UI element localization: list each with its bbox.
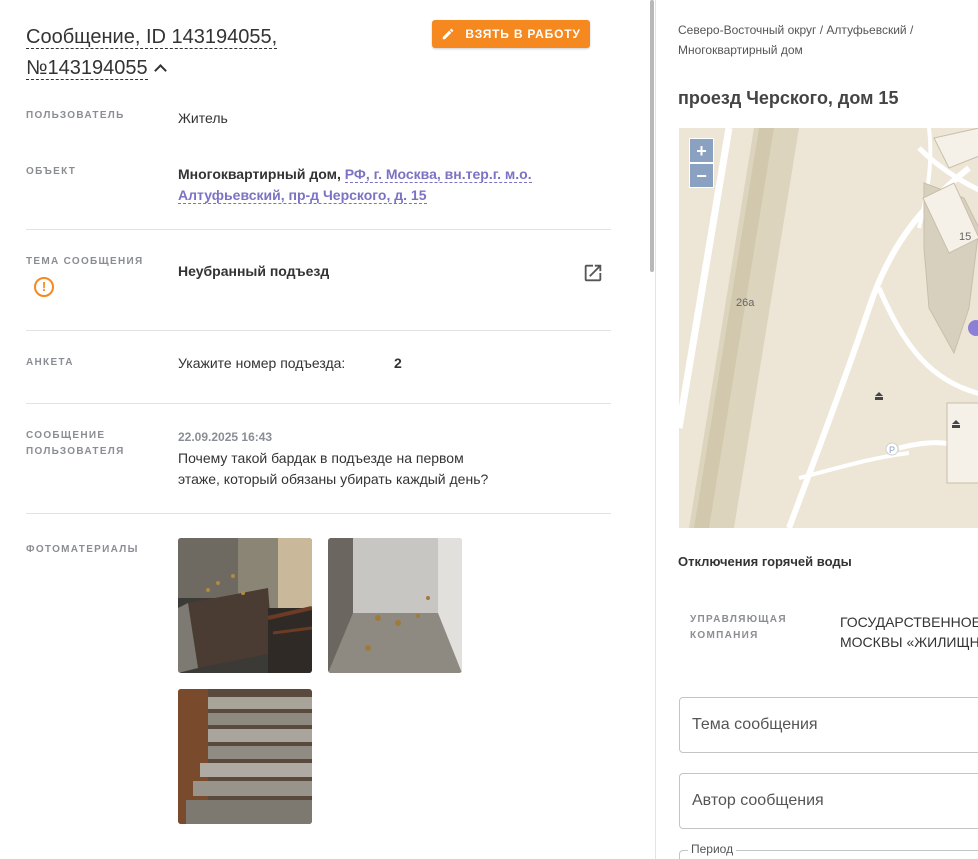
take-to-work-button[interactable]: ВЗЯТЬ В РАБОТУ: [432, 20, 590, 48]
map-zoom-controls: + −: [689, 138, 714, 190]
breadcrumb-line2[interactable]: Многоквартирный дом: [678, 43, 803, 57]
form-question: Укажите номер подъезда:: [178, 355, 346, 371]
map[interactable]: 15 26а P + −: [679, 128, 978, 528]
location-panel: Северо-Восточный округ / Алтуфьевский / …: [656, 0, 978, 859]
form-label: АНКЕТА: [26, 357, 74, 368]
hot-water-outages-title: Отключения горячей воды: [678, 554, 852, 569]
breadcrumb-line1[interactable]: Северо-Восточный округ / Алтуфьевский /: [678, 23, 913, 37]
message-title-line2[interactable]: №143194055: [26, 57, 148, 80]
author-input[interactable]: Автор сообщения: [679, 773, 978, 829]
divider: [26, 403, 611, 404]
map-canvas: 15 26а P: [679, 128, 978, 528]
message-title: Сообщение, ID 143194055, №143194055: [26, 22, 406, 84]
management-company-value-line2: МОСКВЫ «ЖИЛИЩНИ: [840, 634, 978, 650]
warning-icon: !: [34, 277, 54, 297]
form-answer: 2: [394, 355, 402, 371]
take-to-work-label: ВЗЯТЬ В РАБОТУ: [465, 27, 581, 41]
management-company-label-line1: УПРАВЛЯЮЩАЯ: [690, 614, 787, 625]
zoom-in-button[interactable]: +: [689, 138, 714, 163]
external-link-icon[interactable]: [582, 262, 604, 284]
map-label-building-26a: 26а: [736, 297, 755, 309]
object-address-link-line1[interactable]: РФ, г. Москва, вн.тер.г. м.о.: [344, 166, 532, 183]
map-parking-icon: P: [889, 445, 895, 455]
topic-label: ТЕМА СООБЩЕНИЯ: [26, 256, 144, 267]
message-title-line1[interactable]: Сообщение, ID 143194055,: [26, 26, 278, 49]
author-input-placeholder: Автор сообщения: [692, 792, 824, 809]
object-address-link-line2[interactable]: Алтуфьевский, пр-д Черского, д. 15: [178, 187, 427, 204]
management-company-label-line2: КОМПАНИЯ: [690, 630, 759, 641]
user-message-line1: Почему такой бардак в подъезде на первом: [178, 450, 464, 466]
address-title: проезд Черского, дом 15: [678, 88, 899, 108]
topic-value: Неубранный подъезд: [178, 263, 330, 279]
photo-thumbnail-3[interactable]: [178, 689, 312, 824]
topic-input-placeholder: Тема сообщения: [692, 716, 818, 733]
user-message-label-line2: ПОЛЬЗОВАТЕЛЯ: [26, 446, 125, 457]
management-company-label: УПРАВЛЯЮЩАЯ КОМПАНИЯ: [690, 612, 800, 644]
zoom-out-button[interactable]: −: [689, 163, 714, 188]
divider: [26, 513, 611, 514]
object-value: Многоквартирный дом, РФ, г. Москва, вн.т…: [178, 164, 598, 206]
management-company-value-line1: ГОСУДАРСТВЕННОЕ Б: [840, 614, 978, 630]
management-company-value: ГОСУДАРСТВЕННОЕ Б МОСКВЫ «ЖИЛИЩНИ: [840, 612, 978, 652]
user-message-label: СООБЩЕНИЕ ПОЛЬЗОВАТЕЛЯ: [26, 428, 125, 460]
map-label-building-15: 15: [959, 231, 971, 243]
user-message-label-line1: СООБЩЕНИЕ: [26, 430, 106, 441]
user-message-text: Почему такой бардак в подъезде на первом…: [178, 448, 488, 490]
photos-label: ФОТОМАТЕРИАЛЫ: [26, 544, 139, 555]
divider: [26, 330, 611, 331]
user-message-date: 22.09.2025 16:43: [178, 430, 273, 444]
object-type: Многоквартирный дом,: [178, 166, 341, 182]
chevron-up-icon[interactable]: [153, 64, 167, 77]
photo-thumbnail-1[interactable]: [178, 538, 312, 673]
breadcrumb: Северо-Восточный округ / Алтуфьевский / …: [678, 20, 968, 60]
topic-input[interactable]: Тема сообщения: [679, 697, 978, 753]
photo-thumbnail-2[interactable]: [328, 538, 462, 673]
period-label: Период: [688, 842, 737, 856]
object-label: ОБЪЕКТ: [26, 166, 77, 177]
message-panel: Сообщение, ID 143194055, №143194055 ВЗЯТ…: [0, 0, 650, 859]
pencil-icon: [443, 28, 454, 40]
user-message-line2: этаже, который обязаны убирать каждый де…: [178, 471, 489, 487]
divider: [26, 229, 611, 230]
user-value: Житель: [178, 110, 228, 126]
scrollbar-thumb[interactable]: [650, 0, 654, 272]
user-label: ПОЛЬЗОВАТЕЛЬ: [26, 110, 125, 121]
